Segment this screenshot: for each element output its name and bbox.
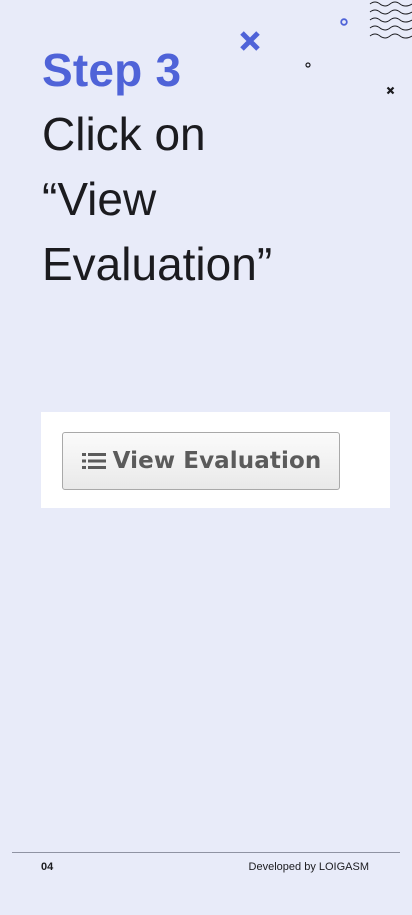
- list-icon: [81, 453, 106, 469]
- wave-lines-decoration-icon: [369, 1, 412, 39]
- cross-decoration-icon: [240, 31, 260, 51]
- view-evaluation-label: View Evaluation: [112, 448, 322, 474]
- footer-credit: Developed by LOIGASM: [248, 861, 369, 873]
- step-title: Step 3: [42, 44, 182, 96]
- ring-decoration-icon: [340, 18, 348, 26]
- view-evaluation-button[interactable]: View Evaluation: [62, 432, 340, 490]
- instruction-line: “View: [42, 173, 157, 225]
- page-number: 04: [41, 861, 54, 873]
- step-instruction: Click on “View Evaluation”: [42, 102, 372, 297]
- small-cross-decoration-icon: [386, 86, 395, 95]
- instruction-line: Evaluation”: [42, 238, 273, 290]
- footer-divider: [12, 852, 400, 853]
- instruction-line: Click on: [42, 108, 206, 160]
- button-screenshot-panel: View Evaluation: [41, 412, 390, 508]
- small-ring-decoration-icon: [305, 62, 311, 68]
- guide-page: Step 3 Click on “View Evaluation” View E…: [0, 0, 412, 915]
